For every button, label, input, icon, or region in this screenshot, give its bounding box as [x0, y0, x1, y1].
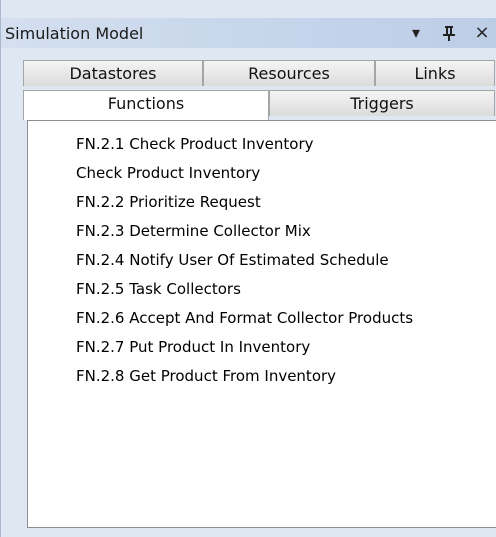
- tab-datastores[interactable]: Datastores: [23, 60, 203, 86]
- list-item[interactable]: FN.2.7 Put Product In Inventory: [76, 338, 310, 356]
- list-item[interactable]: FN.2.8 Get Product From Inventory: [76, 367, 336, 385]
- close-icon[interactable]: ×: [471, 20, 493, 46]
- list-item[interactable]: FN.2.5 Task Collectors: [76, 280, 241, 298]
- tab-functions[interactable]: Functions: [23, 90, 269, 120]
- pin-icon[interactable]: [438, 20, 460, 46]
- panel-titlebar[interactable]: Simulation Model ▾ ×: [1, 18, 496, 48]
- tab-row-bottom: Functions Triggers: [23, 90, 495, 120]
- list-item[interactable]: FN.2.1 Check Product Inventory: [76, 135, 314, 153]
- chevron-down-icon[interactable]: ▾: [405, 20, 427, 46]
- simulation-model-panel: Simulation Model ▾ × Datastores Resource…: [0, 0, 496, 537]
- list-item[interactable]: Check Product Inventory: [76, 164, 260, 182]
- tab-links[interactable]: Links: [375, 60, 495, 86]
- panel-title: Simulation Model: [5, 24, 144, 43]
- tab-triggers[interactable]: Triggers: [269, 90, 495, 116]
- tab-resources[interactable]: Resources: [203, 60, 375, 86]
- list-item[interactable]: FN.2.3 Determine Collector Mix: [76, 222, 311, 240]
- tab-row-top: Datastores Resources Links: [23, 60, 495, 86]
- functions-list: FN.2.1 Check Product Inventory Check Pro…: [27, 120, 496, 528]
- list-item[interactable]: FN.2.4 Notify User Of Estimated Schedule: [76, 251, 389, 269]
- panel-bottom-edge: [27, 528, 496, 537]
- list-item[interactable]: FN.2.6 Accept And Format Collector Produ…: [76, 309, 413, 327]
- list-item[interactable]: FN.2.2 Prioritize Request: [76, 193, 261, 211]
